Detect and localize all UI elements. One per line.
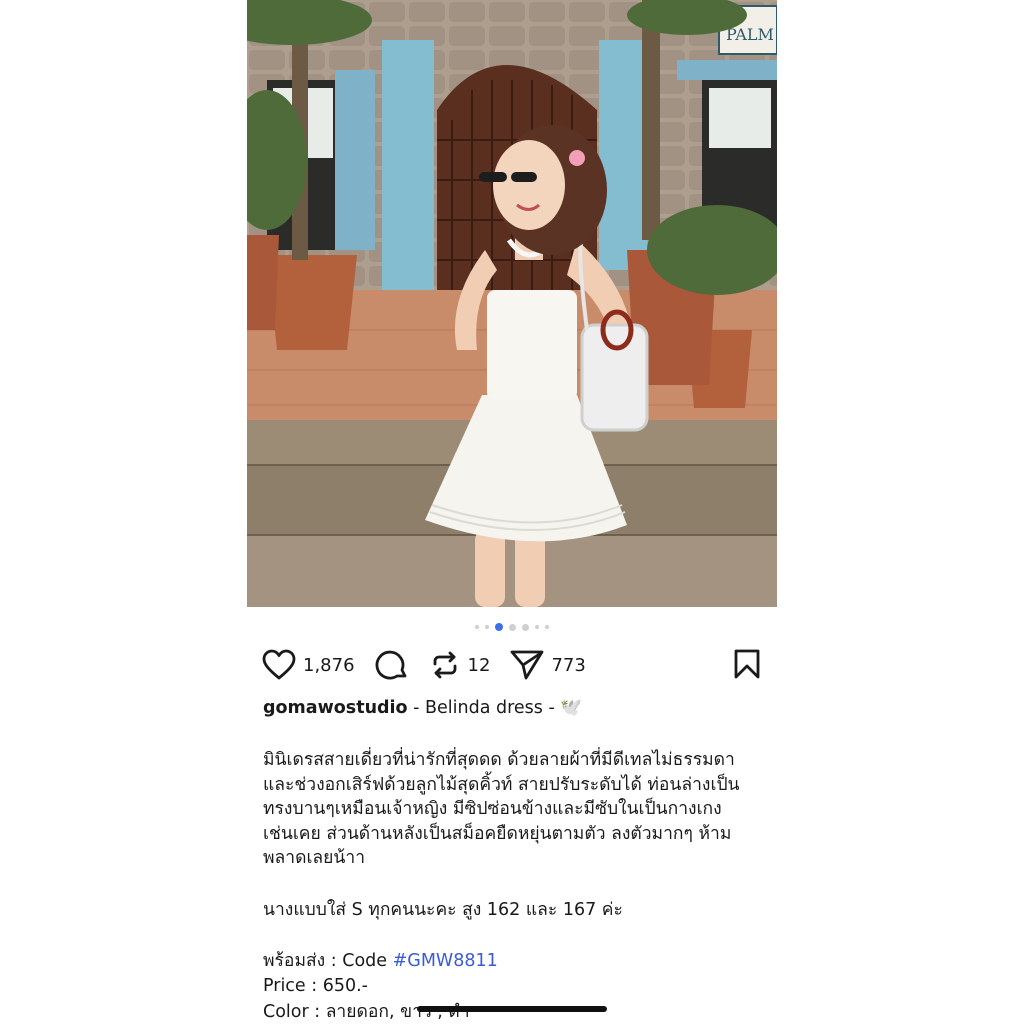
action-bar: 1,876 12 773 xyxy=(262,646,762,684)
carousel-indicator[interactable] xyxy=(0,622,1024,632)
price-line: Price : 650.- xyxy=(263,976,368,996)
repost-button[interactable]: 12 xyxy=(429,649,491,681)
heart-icon xyxy=(262,649,296,680)
carousel-dot[interactable] xyxy=(509,623,516,631)
carousel-dot[interactable] xyxy=(522,623,529,631)
carousel-dot-active[interactable] xyxy=(495,623,503,631)
carousel-dot[interactable] xyxy=(545,625,549,629)
username-link[interactable]: gomawostudio xyxy=(263,698,408,718)
carousel-dot[interactable] xyxy=(475,625,479,629)
description-line: เช่นเคย ส่วนด้านหลังเป็นสม็อคยืดหยุ่นตาม… xyxy=(263,823,732,844)
home-indicator[interactable] xyxy=(417,1006,607,1012)
like-count: 1,876 xyxy=(303,654,355,676)
repost-count: 12 xyxy=(467,654,491,676)
share-count: 773 xyxy=(551,654,586,676)
description-line: พลาดเลยน้าา xyxy=(263,848,366,868)
hashtag-link[interactable]: #GMW8811 xyxy=(393,951,498,971)
color-line: Color : ลายดอก, ขาว , ดำ xyxy=(263,1002,470,1022)
ready-label: พร้อมส่ง : Code xyxy=(263,951,393,971)
description-line: มินิเดรสสายเดี่ยวที่น่ารักที่สุดดด ด้วยล… xyxy=(263,750,735,770)
carousel-dot[interactable] xyxy=(535,625,539,629)
carousel-dot[interactable] xyxy=(485,625,489,629)
comment-bubble-icon xyxy=(375,650,406,680)
ready-to-ship-line: พร้อมส่ง : Code #GMW8811 xyxy=(263,949,783,974)
like-button[interactable]: 1,876 xyxy=(262,649,355,681)
caption-title: - Belinda dress - 🕊️ xyxy=(407,698,583,718)
repost-icon xyxy=(433,651,456,679)
caption-line: gomawostudio - Belinda dress - 🕊️ xyxy=(263,696,783,721)
model-note: นางแบบใส่ S ทุกคนนะคะ สูง 162 และ 167 ค่… xyxy=(263,900,623,920)
send-icon xyxy=(511,650,544,680)
save-button[interactable] xyxy=(732,648,762,684)
comment-button[interactable] xyxy=(375,648,409,682)
photo-illustration: PALM TI xyxy=(247,0,777,607)
bookmark-icon xyxy=(734,649,760,679)
description-body: มินิเดรสสายเดี่ยวที่น่ารักที่สุดดด ด้วยล… xyxy=(263,748,783,871)
svg-text:PALM TI: PALM TI xyxy=(726,25,777,44)
post-photo[interactable]: PALM TI xyxy=(247,0,777,607)
share-button[interactable]: 773 xyxy=(510,649,586,681)
description-line: และช่วงอกเสิร์ฟด้วยลูกไม้สุดคิ้วท์ สายปร… xyxy=(263,774,740,795)
description-line: ทรงบานๆเหมือนเจ้าหญิง มีซิปซ่อนข้างและมี… xyxy=(263,799,722,819)
